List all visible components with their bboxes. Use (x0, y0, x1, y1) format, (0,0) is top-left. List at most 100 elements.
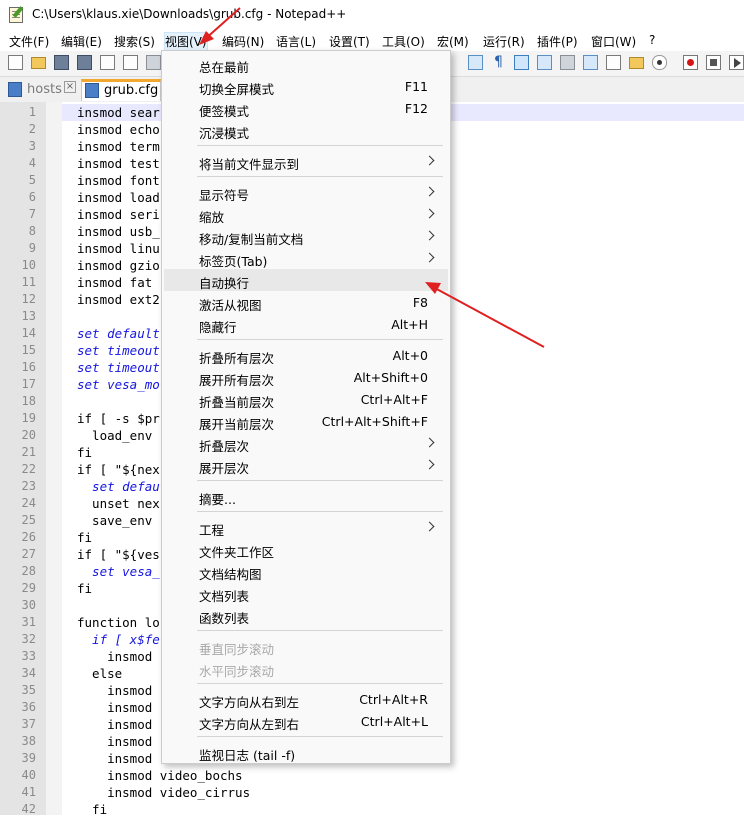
save-icon[interactable] (54, 55, 69, 70)
code-line[interactable]: set defau (77, 478, 160, 495)
view-menu-item[interactable]: 沉浸模式 (164, 119, 448, 141)
code-line[interactable]: unset nex (77, 495, 160, 512)
menu-window[interactable]: 窗口(W) (591, 33, 636, 50)
function-list-icon[interactable] (560, 55, 575, 70)
view-menu-item[interactable]: 折叠当前层次 Ctrl+Alt+F (164, 388, 448, 410)
indent-guide-icon[interactable] (514, 55, 529, 70)
code-line[interactable]: insmod load (77, 189, 160, 206)
view-menu-item[interactable]: 监视日志 (tail -f) (164, 741, 448, 763)
code-line[interactable]: else (77, 665, 122, 682)
code-line[interactable]: insmod (77, 699, 152, 716)
menu-edit[interactable]: 编辑(E) (61, 33, 102, 50)
view-menu-item[interactable]: 文档列表 (164, 582, 448, 604)
menu-run[interactable]: 运行(R) (483, 33, 525, 50)
word-wrap-icon[interactable] (468, 55, 483, 70)
code-line[interactable]: insmod ext2 (77, 291, 160, 308)
open-folder-icon[interactable] (31, 57, 46, 69)
code-line[interactable]: insmod (77, 733, 152, 750)
code-line[interactable]: insmod gzio (77, 257, 160, 274)
code-line[interactable]: insmod video_bochs (77, 767, 242, 784)
code-line[interactable]: if [ -s $pr (77, 410, 160, 427)
view-menu-item[interactable]: 展开当前层次 Ctrl+Alt+Shift+F (164, 410, 448, 432)
code-line[interactable]: insmod (77, 750, 152, 767)
stop-macro-icon[interactable] (706, 55, 721, 70)
code-line[interactable]: insmod usb_ (77, 223, 160, 240)
new-file-icon[interactable] (8, 55, 23, 70)
view-menu-item[interactable]: 自动换行 (164, 269, 448, 291)
save-all-icon[interactable] (77, 55, 92, 70)
menu-macro[interactable]: 宏(M) (437, 33, 469, 50)
view-menu-item[interactable]: 将当前文件显示到 (164, 150, 448, 172)
play-macro-icon[interactable] (729, 55, 744, 70)
code-line[interactable]: insmod video_cirrus (77, 784, 250, 801)
tab-grub-cfg[interactable]: grub.cfg (81, 79, 161, 101)
folder-workspace-icon[interactable] (583, 55, 598, 70)
code-line[interactable]: fi (77, 801, 107, 818)
code-line[interactable]: function lo (77, 614, 160, 631)
code-line[interactable]: insmod seri (77, 206, 160, 223)
view-menu-item[interactable]: 移动/复制当前文档 (164, 225, 448, 247)
menu-settings[interactable]: 设置(T) (329, 33, 370, 50)
view-menu-item[interactable]: 文字方向从左到右 Ctrl+Alt+L (164, 710, 448, 732)
code-line[interactable]: load_env (77, 427, 152, 444)
code-line[interactable]: insmod (77, 682, 152, 699)
view-menu-item[interactable]: 折叠所有层次 Alt+0 (164, 344, 448, 366)
code-line[interactable]: if [ x$fe (77, 631, 160, 648)
code-line[interactable]: fi (77, 529, 92, 546)
view-menu-item[interactable]: 文字方向从右到左 Ctrl+Alt+R (164, 688, 448, 710)
close-icon[interactable] (100, 55, 115, 70)
code-line[interactable]: set timeout (77, 359, 160, 376)
menu-encoding[interactable]: 编码(N) (222, 33, 264, 50)
view-menu-item[interactable]: 总在最前 (164, 53, 448, 75)
close-all-icon[interactable] (123, 55, 138, 70)
doc-map-icon[interactable] (537, 55, 552, 70)
code-line[interactable]: set vesa_mo (77, 376, 160, 393)
code-line[interactable]: insmod (77, 648, 152, 665)
record-macro-icon[interactable] (683, 55, 698, 70)
view-menu-item[interactable]: 显示符号 (164, 181, 448, 203)
view-menu-item[interactable]: 展开层次 (164, 454, 448, 476)
menu-file[interactable]: 文件(F) (9, 33, 49, 50)
code-line[interactable]: set default (77, 325, 160, 342)
code-line[interactable]: insmod echo (77, 121, 160, 138)
print-icon[interactable] (146, 55, 161, 70)
code-line[interactable]: insmod font (77, 172, 160, 189)
view-menu-item[interactable]: 函数列表 (164, 604, 448, 626)
code-line[interactable]: fi (77, 580, 92, 597)
close-tab-icon[interactable]: × (64, 81, 76, 93)
code-line[interactable]: insmod fat (77, 274, 152, 291)
code-line[interactable]: insmod term (77, 138, 160, 155)
view-menu-item[interactable]: 文件夹工作区 (164, 538, 448, 560)
tab-hosts[interactable]: hosts × (5, 79, 79, 101)
code-line[interactable]: fi (77, 444, 92, 461)
view-menu-item[interactable]: 缩放 (164, 203, 448, 225)
view-menu-item[interactable]: 切换全屏模式 F11 (164, 75, 448, 97)
code-line[interactable]: set vesa_ (77, 563, 160, 580)
view-menu-item[interactable]: 折叠层次 (164, 432, 448, 454)
view-menu-item[interactable]: 便签模式 F12 (164, 97, 448, 119)
doc-list-icon[interactable] (606, 55, 621, 70)
code-line[interactable]: insmod test (77, 155, 160, 172)
code-line[interactable]: if [ "${ves (77, 546, 160, 563)
show-all-chars-icon[interactable]: ¶ (491, 55, 506, 70)
monitor-icon[interactable] (652, 55, 667, 70)
code-line[interactable]: insmod (77, 716, 152, 733)
menu-help[interactable]: ? (649, 33, 655, 47)
fold-margin[interactable] (46, 102, 62, 815)
view-menu-item[interactable]: 文档结构图 (164, 560, 448, 582)
menu-language[interactable]: 语言(L) (276, 33, 316, 50)
view-menu-item[interactable]: 展开所有层次 Alt+Shift+0 (164, 366, 448, 388)
folder-icon[interactable] (629, 57, 644, 69)
menu-search[interactable]: 搜索(S) (114, 33, 155, 50)
code-line[interactable]: save_env (77, 512, 152, 529)
view-menu-item[interactable]: 标签页(Tab) (164, 247, 448, 269)
menu-tools[interactable]: 工具(O) (382, 33, 425, 50)
code-line[interactable]: insmod linu (77, 240, 160, 257)
view-menu-item[interactable]: 摘要... (164, 485, 448, 507)
view-menu-item[interactable]: 隐藏行 Alt+H (164, 313, 448, 335)
code-line[interactable]: set timeout (77, 342, 160, 359)
view-menu-item[interactable]: 工程 (164, 516, 448, 538)
menu-plugins[interactable]: 插件(P) (537, 33, 578, 50)
menu-view[interactable]: 视图(V) (164, 32, 208, 51)
view-menu-item[interactable]: 激活从视图 F8 (164, 291, 448, 313)
